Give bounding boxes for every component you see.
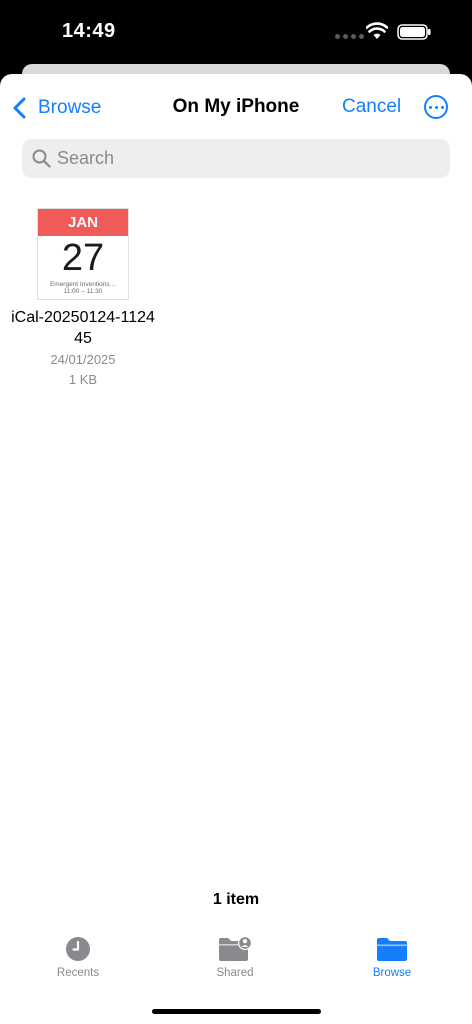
tab-label: Recents (56, 967, 100, 979)
tab-browse[interactable]: Browse (342, 936, 442, 979)
screen: 14:49 Browse On My iPhone Cancel Search … (0, 0, 472, 1024)
status-bar: 14:49 (0, 0, 472, 64)
calendar-file-thumbnail: JAN 27 Emergent Inventions… 11:00 – 11:3… (37, 208, 129, 300)
thumbnail-event: Emergent Inventions… (49, 281, 117, 288)
tab-label: Shared (216, 967, 254, 979)
search-placeholder: Search (57, 148, 115, 168)
shared-folder-icon (219, 936, 252, 961)
file-name: iCal-20250124-112445 (11, 309, 155, 347)
file-item[interactable]: JAN 27 Emergent Inventions… 11:00 – 11:3… (8, 208, 158, 387)
cellular-signal-icon (335, 34, 364, 39)
file-browser-sheet: Browse On My iPhone Cancel Search JAN 27… (0, 74, 472, 1024)
wifi-icon (366, 22, 388, 39)
tab-recents[interactable]: Recents (28, 936, 128, 979)
tab-label: Browse (372, 967, 412, 979)
back-button[interactable]: Browse (12, 94, 101, 122)
item-count: 1 item (212, 891, 260, 908)
chevron-left-icon (13, 97, 26, 119)
home-indicator[interactable] (152, 1009, 321, 1014)
clock-icon (66, 937, 90, 961)
search-icon (32, 149, 51, 168)
more-options-button[interactable] (424, 95, 448, 119)
file-size: 1 KB (68, 372, 98, 387)
tab-shared[interactable]: Shared (185, 936, 285, 979)
battery-icon (397, 24, 431, 40)
thumbnail-day: 27 (61, 237, 105, 279)
status-time: 14:49 (62, 20, 116, 42)
search-input[interactable]: Search (22, 139, 450, 178)
cancel-button[interactable]: Cancel (342, 96, 401, 118)
thumbnail-month: JAN (38, 209, 128, 236)
back-button-label: Browse (38, 97, 102, 118)
ellipsis-icon (428, 105, 432, 109)
folder-icon (377, 938, 407, 961)
thumbnail-time: 11:00 – 11:30 (63, 288, 103, 295)
file-date: 24/01/2025 (50, 352, 116, 367)
